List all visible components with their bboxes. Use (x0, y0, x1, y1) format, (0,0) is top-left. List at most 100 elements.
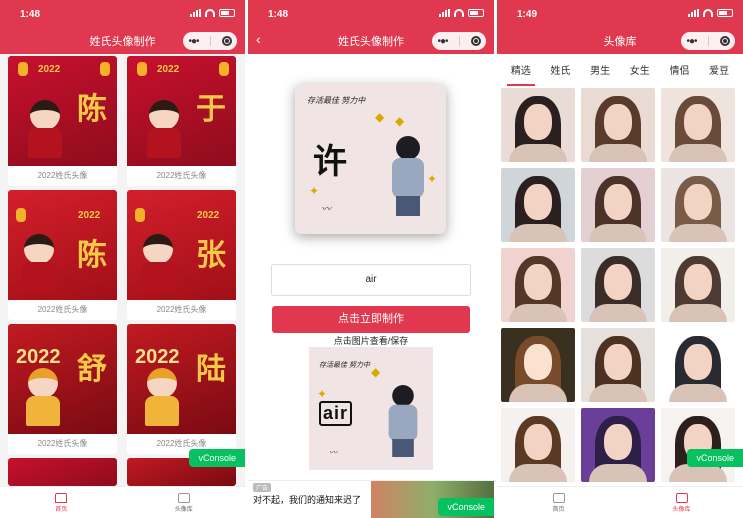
surname-avatar-home-screen: 1:48 姓氏头像制作 •●• 2022 陈 2022姓氏头像 2022 于 2… (0, 0, 245, 518)
tab-girls[interactable]: 女生 (626, 60, 654, 82)
status-bar: 1:48 (248, 0, 494, 28)
template-card[interactable]: 2022 陆 2022姓氏头像 (127, 324, 236, 454)
avatar-grid (501, 88, 741, 482)
tab-home[interactable]: 首页 (497, 487, 620, 518)
year-text: 2022 (38, 64, 61, 75)
surname-input[interactable]: air (271, 264, 471, 296)
tab-couples[interactable]: 情侣 (665, 60, 693, 82)
template-card[interactable]: 2022 于 2022姓氏头像 (127, 56, 236, 186)
preview-surname: 许 (313, 142, 347, 182)
avatar-thumbnail[interactable] (581, 408, 655, 482)
avatar-thumbnail[interactable] (581, 328, 655, 402)
template-thumbnail[interactable]: 2022 于 (127, 56, 236, 166)
template-card[interactable]: 2022 陈 2022姓氏头像 (8, 56, 117, 186)
gallery-icon (177, 492, 190, 503)
template-card[interactable]: 2022 舒 2022姓氏头像 (8, 324, 117, 454)
surname-char: 陈 (77, 92, 107, 127)
miniprogram-capsule[interactable]: •●• (183, 32, 237, 50)
template-card[interactable]: 2022 陈 2022姓氏头像 (8, 190, 117, 320)
signature-mark: 〰︎ (321, 204, 331, 215)
capsule-divider (458, 36, 460, 46)
ad-label: 广告 (253, 483, 272, 492)
template-thumbnail[interactable]: 2022 陆 (127, 324, 236, 434)
avatar-thumbnail[interactable] (661, 328, 735, 402)
lantern-icon (16, 208, 26, 222)
tab-gallery[interactable]: 头像库 (620, 487, 743, 518)
template-caption: 2022姓氏头像 (37, 171, 88, 180)
vconsole-button[interactable]: vConsole (438, 498, 494, 516)
sparkle-icon: ✦ (427, 172, 438, 186)
home-icon (55, 492, 68, 503)
avatar-thumbnail[interactable] (501, 168, 575, 242)
close-miniprogram-icon[interactable] (221, 36, 232, 46)
home-icon (552, 492, 565, 503)
tiger-kid-illustration (141, 368, 183, 426)
template-card[interactable] (8, 458, 117, 486)
preview-tagline: 存活最佳 努力中 (307, 96, 366, 105)
avatar-maker-screen: 1:48 ‹ 姓氏头像制作 •●• 存活最佳 努力中 ◆ ◆ 许 ✦ ✦ 〰︎ … (248, 0, 494, 518)
tab-bar: 首页 头像库 (0, 486, 245, 518)
year-text: 2022 (135, 346, 180, 368)
tab-idols[interactable]: 爱豆 (705, 60, 733, 82)
tab-home[interactable]: 首页 (0, 487, 123, 518)
template-thumbnail[interactable]: 2022 舒 (8, 324, 117, 434)
template-caption: 2022姓氏头像 (37, 305, 88, 314)
template-caption: 2022姓氏头像 (156, 305, 207, 314)
tab-surname[interactable]: 姓氏 (546, 60, 574, 82)
character-illustration (385, 385, 421, 457)
signal-icon (190, 9, 201, 17)
lantern-icon (18, 62, 28, 76)
result-tagline: 存活最佳 努力中 (319, 362, 370, 369)
tab-gallery[interactable]: 头像库 (123, 487, 246, 518)
vconsole-button[interactable]: vConsole (189, 449, 245, 467)
template-preview[interactable]: 存活最佳 努力中 ◆ ◆ 许 ✦ ✦ 〰︎ (295, 84, 446, 234)
template-card[interactable]: 2022 张 2022姓氏头像 (127, 190, 236, 320)
vconsole-button[interactable]: vConsole (687, 449, 743, 467)
avatar-thumbnail[interactable] (501, 408, 575, 482)
avatar-thumbnail[interactable] (661, 88, 735, 162)
lantern-icon (100, 62, 110, 76)
battery-icon (717, 9, 733, 17)
wifi-icon (703, 9, 713, 17)
result-name: air (319, 401, 353, 426)
tab-label: 头像库 (174, 506, 193, 513)
tab-featured[interactable]: 精选 (506, 60, 535, 86)
make-now-button[interactable]: 点击立即制作 (272, 306, 470, 333)
avatar-thumbnail[interactable] (581, 168, 655, 242)
signal-icon (439, 9, 450, 17)
miniprogram-capsule[interactable]: •●• (432, 32, 486, 50)
more-icon[interactable]: •●• (188, 36, 199, 47)
avatar-thumbnail[interactable] (661, 248, 735, 322)
avatar-library-screen: 1:49 头像库 •●• 精选 姓氏 男生 女生 情侣 爱豆 vConsole … (497, 0, 743, 518)
sparkle-icon: ✦ (317, 387, 328, 401)
boy-illustration (24, 100, 66, 158)
girl-illustration (137, 234, 179, 292)
tab-boys[interactable]: 男生 (586, 60, 614, 82)
surname-char: 陆 (196, 352, 226, 387)
template-thumbnail[interactable]: 2022 陈 (8, 56, 117, 166)
avatar-thumbnail[interactable] (501, 328, 575, 402)
miniprogram-capsule[interactable]: •●• (681, 32, 735, 50)
status-icons (190, 9, 235, 17)
avatar-thumbnail[interactable] (501, 248, 575, 322)
close-miniprogram-icon[interactable] (470, 36, 481, 46)
status-time: 1:48 (20, 9, 41, 20)
template-thumbnail[interactable]: 2022 张 (127, 190, 236, 300)
gallery-icon (675, 492, 688, 503)
avatar-thumbnail[interactable] (581, 248, 655, 322)
template-thumbnail[interactable]: 2022 陈 (8, 190, 117, 300)
avatar-thumbnail[interactable] (501, 88, 575, 162)
template-thumbnail[interactable] (8, 458, 117, 486)
generated-avatar[interactable]: 存活最佳 努力中 ◆ air ✦ 〰︎ (309, 347, 433, 470)
character-illustration (388, 136, 428, 216)
avatar-thumbnail[interactable] (661, 408, 735, 482)
close-miniprogram-icon[interactable] (719, 36, 730, 46)
more-icon[interactable]: •●• (437, 36, 448, 47)
avatar-thumbnail[interactable] (581, 88, 655, 162)
ad-text: 对不起，我们的通知来迟了 (253, 495, 362, 505)
nav-bar: 头像库 •●• (497, 28, 743, 54)
avatar-thumbnail[interactable] (661, 168, 735, 242)
surname-char: 陈 (77, 238, 107, 273)
more-icon[interactable]: •●• (686, 36, 697, 47)
status-bar: 1:49 (497, 0, 743, 28)
